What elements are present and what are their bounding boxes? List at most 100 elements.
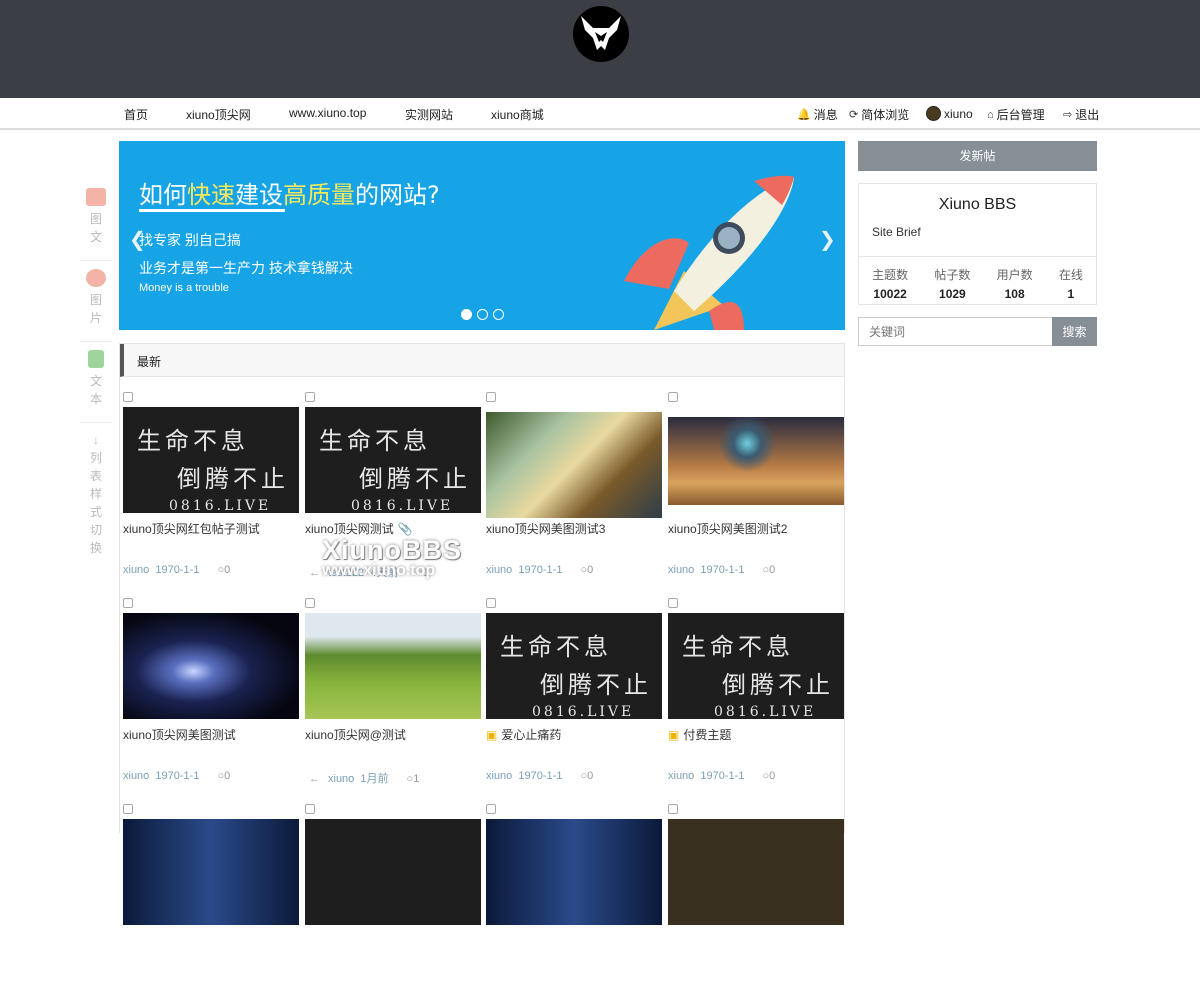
thread-checkbox[interactable] bbox=[305, 804, 315, 814]
picture-icon bbox=[86, 269, 106, 287]
thread-title[interactable]: xiuno顶尖网美图测试2 bbox=[668, 520, 787, 537]
thread-card[interactable]: 生命不息 倒腾不止 0816.LIVE xiuno顶尖网红包帖子测试 xiuno 197… bbox=[120, 377, 300, 582]
banner-line3: Money is a trouble bbox=[139, 282, 229, 294]
nav-messages[interactable]: 🔔 消息 bbox=[797, 106, 838, 123]
bull-logo-icon bbox=[581, 16, 621, 50]
thread-card[interactable] bbox=[302, 789, 482, 994]
banner-underline bbox=[139, 209, 285, 212]
reply-arrow-icon: ← bbox=[309, 773, 320, 785]
banner-headline: 如何快速建设高质量的网站? bbox=[139, 181, 440, 209]
nav-xiuno-top[interactable]: xiuno顶尖网 bbox=[186, 106, 251, 123]
thread-title[interactable]: xiuno顶尖网美图测试3 bbox=[486, 520, 605, 537]
thread-thumbnail[interactable]: 生命不息 倒腾不止 0816.LIVE bbox=[123, 407, 299, 513]
thread-thumbnail[interactable] bbox=[486, 412, 662, 518]
thread-author[interactable]: xiuno bbox=[486, 770, 512, 782]
thread-checkbox[interactable] bbox=[486, 804, 496, 814]
thread-thumbnail[interactable] bbox=[123, 613, 299, 719]
banner-carousel[interactable]: 如何快速建设高质量的网站? 找专家 别自己搞 业务才是第一生产力 技术拿钱解决 … bbox=[119, 141, 845, 330]
logo[interactable] bbox=[573, 6, 629, 62]
carousel-dot[interactable] bbox=[477, 309, 488, 320]
nav-test-site[interactable]: 实测网站 bbox=[405, 106, 453, 123]
nav-shop[interactable]: xiuno商城 bbox=[491, 106, 544, 123]
thread-meta: xiuno 1970-1-1 ○0 bbox=[123, 770, 230, 782]
thread-thumbnail[interactable]: 生命不息 倒腾不止 0816.LIVE bbox=[305, 407, 481, 513]
new-post-button[interactable]: 发新帖 bbox=[858, 141, 1097, 171]
carousel-next-icon[interactable]: ❯ bbox=[819, 227, 836, 252]
thread-date: 4天前 bbox=[370, 567, 399, 579]
search-button[interactable]: 搜索 bbox=[1052, 317, 1097, 346]
stat-online: 在线 1 bbox=[1058, 268, 1083, 301]
thread-date: 1970-1-1 bbox=[700, 564, 745, 576]
nav-home[interactable]: 首页 bbox=[124, 106, 148, 123]
nav-user[interactable]: xiuno bbox=[926, 106, 973, 121]
thread-card[interactable] bbox=[665, 789, 845, 994]
thread-author[interactable]: xiuno bbox=[328, 773, 354, 785]
nav-admin[interactable]: ⌂ 后台管理 bbox=[987, 106, 1045, 123]
thread-title[interactable]: xiuno顶尖网测试 📎 bbox=[305, 520, 413, 537]
thread-author[interactable]: xiuno bbox=[668, 564, 694, 576]
thread-card[interactable]: 生命不息 倒腾不止 0816.LIVE ▣ 付费主题 xiuno 1970-1-1 ○0 bbox=[665, 583, 845, 788]
rocket-icon bbox=[624, 175, 794, 330]
thread-date: 1970-1-1 bbox=[155, 770, 200, 782]
site-info-card: Xiuno BBS Site Brief 主题数 10022 帖子数 1029 用户… bbox=[858, 183, 1097, 305]
carousel-dot[interactable] bbox=[461, 309, 472, 320]
thread-title[interactable]: xiuno顶尖网红包帖子测试 bbox=[123, 520, 260, 537]
view-text[interactable]: 文 本 bbox=[80, 342, 112, 423]
thread-author[interactable]: xiuno bbox=[123, 564, 149, 576]
thread-thumbnail[interactable] bbox=[486, 819, 662, 925]
logout-icon: ⇨ bbox=[1063, 109, 1073, 121]
view-image-text[interactable]: 图 文 bbox=[80, 180, 112, 261]
thread-title[interactable]: ▣ 付费主题 bbox=[668, 726, 731, 743]
thread-thumbnail[interactable] bbox=[305, 613, 481, 719]
view-picture[interactable]: 图 片 bbox=[80, 261, 112, 342]
right-sidebar: 发新帖 Xiuno BBS Site Brief 主题数 10022 帖子数 102… bbox=[858, 141, 1097, 346]
thread-checkbox[interactable] bbox=[486, 598, 496, 608]
thread-card[interactable]: xiuno顶尖网美图测试2 xiuno 1970-1-1 ○0 bbox=[665, 377, 845, 582]
thread-thumbnail[interactable] bbox=[123, 819, 299, 925]
comment-count: ○0 bbox=[762, 564, 776, 576]
thread-checkbox[interactable] bbox=[668, 392, 678, 402]
thread-card[interactable] bbox=[120, 789, 300, 994]
thread-title[interactable]: xiuno顶尖网美图测试 bbox=[123, 726, 236, 743]
thread-author[interactable]: xiuno bbox=[123, 770, 149, 782]
reply-arrow-icon: ← bbox=[309, 567, 320, 579]
home-icon: ⌂ bbox=[987, 108, 994, 121]
thread-checkbox[interactable] bbox=[305, 392, 315, 402]
thread-checkbox[interactable] bbox=[123, 598, 133, 608]
thread-card[interactable] bbox=[483, 789, 663, 994]
thread-checkbox[interactable] bbox=[123, 392, 133, 402]
avatar bbox=[926, 106, 941, 121]
thread-thumbnail[interactable] bbox=[668, 417, 844, 505]
search-input[interactable] bbox=[858, 317, 1052, 346]
thread-card[interactable]: 生命不息 倒腾不止 0816.LIVE ▣ 爱心止痛药 xiuno 1970-1-1 ○0 bbox=[483, 583, 663, 788]
thread-checkbox[interactable] bbox=[486, 392, 496, 402]
carousel-dot[interactable] bbox=[493, 309, 504, 320]
site-stats: 主题数 10022 帖子数 1029 用户数 108 在线 1 bbox=[859, 256, 1096, 301]
thread-author[interactable]: xiuno bbox=[486, 564, 512, 576]
thread-title[interactable]: ▣ 爱心止痛药 bbox=[486, 726, 561, 743]
thread-title[interactable]: xiuno顶尖网@测试 bbox=[305, 726, 406, 743]
stat-posts: 帖子数 1029 bbox=[934, 268, 971, 301]
thread-thumbnail[interactable] bbox=[668, 819, 844, 925]
thread-thumbnail[interactable]: 生命不息 倒腾不止 0816.LIVE bbox=[668, 613, 844, 719]
nav-logout[interactable]: ⇨ 退出 bbox=[1063, 106, 1099, 123]
thread-checkbox[interactable] bbox=[123, 804, 133, 814]
thread-author[interactable]: test222 bbox=[328, 567, 364, 579]
thread-card[interactable]: xiuno顶尖网美图测试 xiuno 1970-1-1 ○0 bbox=[120, 583, 300, 788]
thread-meta: xiuno 1970-1-1 ○0 bbox=[486, 770, 593, 782]
thread-card[interactable]: xiuno顶尖网@测试 ← xiuno 1月前 ○1 bbox=[302, 583, 482, 788]
view-list-style-toggle[interactable]: ↓ 列 表 样 式 切 换 bbox=[80, 423, 112, 571]
thread-checkbox[interactable] bbox=[305, 598, 315, 608]
thread-checkbox[interactable] bbox=[668, 598, 678, 608]
thread-thumbnail[interactable] bbox=[305, 819, 481, 925]
comment-count: ○0 bbox=[580, 564, 594, 576]
carousel-prev-icon[interactable]: ❮ bbox=[129, 227, 146, 252]
thread-thumbnail[interactable]: 生命不息 倒腾不止 0816.LIVE bbox=[486, 613, 662, 719]
main-nav: 首页 xiuno顶尖网 www.xiuno.top 实测网站 xiuno商城 🔔… bbox=[0, 98, 1200, 130]
thread-checkbox[interactable] bbox=[668, 804, 678, 814]
nav-simplified[interactable]: ⟳ 简体浏览 bbox=[849, 106, 909, 123]
nav-www-xiuno[interactable]: www.xiuno.top bbox=[289, 106, 366, 120]
thread-author[interactable]: xiuno bbox=[668, 770, 694, 782]
thread-card[interactable]: 生命不息 倒腾不止 0816.LIVE xiuno顶尖网测试 📎 ← test222 4天前… bbox=[302, 377, 482, 582]
thread-card[interactable]: xiuno顶尖网美图测试3 xiuno 1970-1-1 ○0 bbox=[483, 377, 663, 582]
